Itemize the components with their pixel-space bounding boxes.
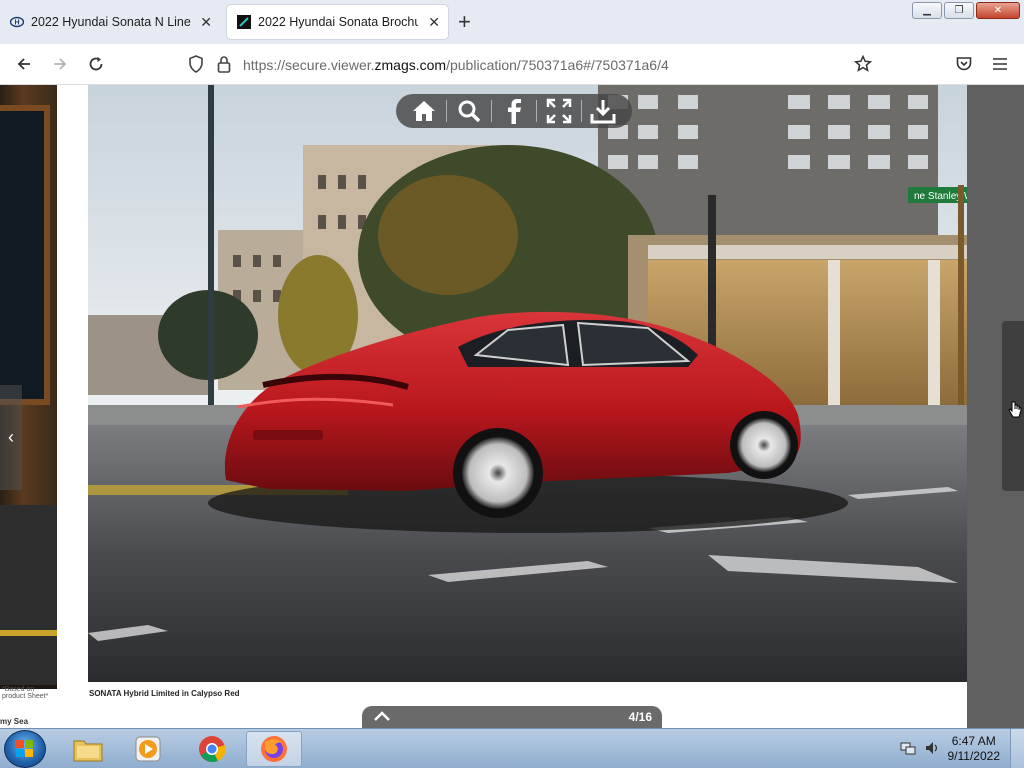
bookmark-star-icon[interactable]	[851, 52, 875, 76]
tab-title: 2022 Hyundai Sonata Brochure	[258, 15, 418, 29]
previous-page-road	[0, 505, 57, 685]
close-window-button[interactable]: ✕	[976, 2, 1020, 19]
hyundai-logo-icon: H	[10, 15, 24, 29]
tracking-protection-icon[interactable]	[188, 55, 204, 78]
address-bar[interactable]: https://secure.viewer.zmags.com/publicat…	[243, 57, 669, 73]
file-explorer-icon[interactable]	[60, 731, 116, 767]
firefox-icon[interactable]	[246, 731, 302, 767]
previous-page-caption-text: my Sea	[0, 717, 29, 726]
pocket-icon[interactable]	[952, 52, 976, 76]
hand-cursor-icon	[1008, 401, 1022, 424]
reload-button[interactable]	[84, 52, 108, 76]
previous-page-window	[0, 105, 50, 405]
page-indicator: 4/16	[628, 710, 652, 724]
previous-page-lane-line	[0, 630, 57, 636]
navigation-bar: https://secure.viewer.zmags.com/publicat…	[0, 44, 1024, 85]
forward-button[interactable]	[48, 52, 72, 76]
toolbar-divider	[491, 100, 493, 122]
url-prefix: https://secure.viewer.	[243, 57, 375, 73]
close-tab-icon[interactable]: ✕	[200, 14, 212, 31]
media-player-icon[interactable]	[120, 731, 176, 767]
previous-page-arrow[interactable]: ‹	[0, 385, 22, 490]
previous-page-caption: *Based on product Sheet* my Sea	[0, 686, 57, 728]
photo-caption: SONATA Hybrid Limited in Calypso Red	[89, 689, 240, 698]
svg-text:H: H	[14, 20, 19, 27]
menu-hamburger-icon[interactable]	[988, 52, 1012, 76]
toolbar-divider	[446, 100, 448, 122]
new-tab-button[interactable]: +	[458, 9, 471, 35]
page-navigation-bar: 4/16	[362, 706, 662, 728]
minimize-button[interactable]: ▁	[912, 2, 942, 19]
close-tab-icon[interactable]: ✕	[428, 14, 440, 31]
start-button[interactable]	[4, 730, 46, 768]
back-button[interactable]	[12, 52, 36, 76]
tab-sonata-brochure[interactable]: 2022 Hyundai Sonata Brochure ✕	[227, 5, 448, 39]
tab-strip: H 2022 Hyundai Sonata N Line | H ✕ 2022 …	[0, 0, 1024, 44]
fullscreen-icon[interactable]	[540, 96, 578, 126]
show-desktop-button[interactable]	[1010, 729, 1024, 768]
toolbar-divider	[580, 100, 582, 122]
home-icon[interactable]	[405, 96, 443, 126]
tab-title: 2022 Hyundai Sonata N Line | H	[31, 15, 191, 29]
brochure-page: ne Stanley W	[57, 85, 967, 728]
volume-icon[interactable]	[924, 740, 940, 759]
system-tray: 6:47 AM 9/11/2022	[900, 733, 1001, 765]
clock-time: 6:47 AM	[951, 734, 996, 748]
expand-thumbnails-icon[interactable]	[374, 710, 390, 724]
car-photo: ne Stanley W	[88, 85, 967, 682]
viewer-content: *Based on product Sheet* my Sea ‹ ne Sta…	[0, 85, 1024, 728]
facebook-icon[interactable]	[495, 96, 533, 126]
url-host: zmags.com	[374, 57, 447, 73]
download-icon[interactable]	[584, 96, 622, 126]
clock-date: 9/11/2022	[947, 749, 1001, 763]
window-controls: ▁ ❐ ✕	[912, 2, 1020, 19]
chrome-icon[interactable]	[184, 731, 240, 767]
lock-icon[interactable]	[217, 55, 231, 78]
car-photo-illustration: ne Stanley W	[88, 85, 967, 682]
windows-taskbar: 6:47 AM 9/11/2022	[0, 728, 1024, 768]
clock[interactable]: 6:47 AM 9/11/2022	[948, 734, 1001, 764]
viewer-toolbar	[396, 94, 632, 128]
search-icon[interactable]	[450, 96, 488, 126]
url-path: /publication/750371a6#/750371a6/4	[446, 57, 669, 73]
zmags-logo-icon	[237, 15, 251, 29]
network-icon[interactable]	[900, 740, 916, 759]
restore-button[interactable]: ❐	[944, 2, 974, 19]
tab-hyundai-sonata-n-line[interactable]: H 2022 Hyundai Sonata N Line | H ✕	[0, 5, 220, 39]
toolbar-divider	[535, 100, 537, 122]
